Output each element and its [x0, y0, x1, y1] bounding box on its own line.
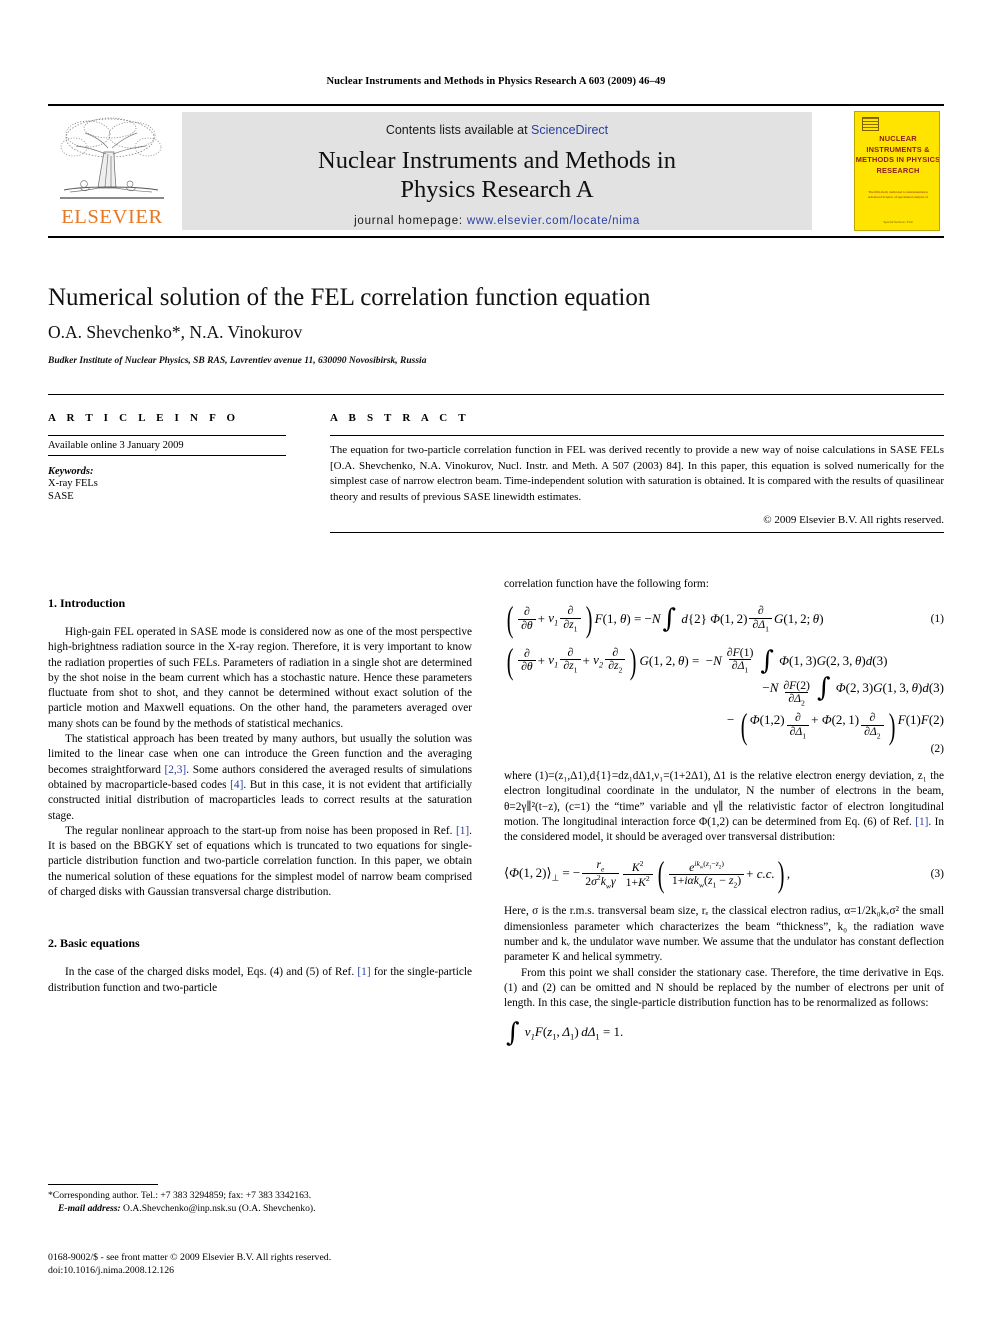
running-head: Nuclear Instruments and Methods in Physi…: [326, 76, 666, 87]
left-column: 1. Introduction High-gain FEL operated i…: [48, 596, 472, 996]
basic-eq-text-a: In the case of the charged disks model, …: [65, 966, 358, 979]
journal-title: Nuclear Instruments and Methods in Physi…: [182, 147, 812, 205]
equation-3: ⟨Φ(1, 2)⟩⊥ = − re 2σ2kwγ K2 1+K2 ( eikw(z1…: [504, 854, 944, 895]
elsevier-logo: ELSEVIER: [52, 112, 172, 230]
cover-publisher-icon: [862, 117, 879, 131]
citation-1-intro[interactable]: [1]: [456, 825, 469, 837]
corresponding-author-note: *Corresponding author. Tel.: +7 383 3294…: [48, 1190, 312, 1201]
email-note: E-mail address: O.A.Shevchenko@inp.nsk.s…: [48, 1203, 472, 1216]
page-title: Numerical solution of the FEL correlatio…: [48, 284, 651, 311]
doi-line: doi:10.1016/j.nima.2008.12.126: [48, 1265, 174, 1277]
abstract-heading: A B S T R A C T: [330, 412, 470, 424]
footnote-rule: [48, 1184, 158, 1185]
journal-banner: Contents lists available at ScienceDirec…: [182, 112, 812, 230]
intro-paragraph-1: High-gain FEL operated in SASE mode is c…: [48, 626, 472, 730]
equation-2-line-2: −N ∂F(2) ∂Δ2 ∫ Φ(2, 3)G(1, 3, θ)d(3): [762, 672, 944, 708]
citation-2-3[interactable]: [2,3]: [165, 764, 187, 776]
elsevier-tree-icon: [60, 117, 164, 199]
section-heading-basic-equations: 2. Basic equations: [48, 936, 140, 951]
journal-cover-thumbnail: NUCLEAR INSTRUMENTS & METHODS IN PHYSICS…: [854, 111, 940, 231]
article-info-block: A R T I C L E I N F O Available online 3…: [48, 412, 286, 504]
equation-normalization-content: ∫ v1F(z1, Δ1) dΔ1 = 1.: [506, 1018, 624, 1049]
journal-title-line-2: Physics Research A: [400, 175, 594, 203]
author-list: O.A. Shevchenko*, N.A. Vinokurov: [48, 322, 303, 342]
equation-2-line-1: ( ∂ ∂θ + v1 ∂ ∂z1 + v2 ∂ ∂z2 ) G (1, 2, θ) =…: [506, 640, 888, 681]
stationary-paragraph: From this point we shall consider the st…: [504, 966, 944, 1010]
right-column: correlation function have the following …: [504, 577, 944, 1060]
equation-3-content: ⟨Φ(1, 2)⟩⊥ = − re 2σ2kwγ K2 1+K2 ( eikw(z1…: [504, 854, 791, 895]
issn-line: 0168-9002/$ - see front matter © 2009 El…: [48, 1252, 332, 1263]
section-heading-introduction: 1. Introduction: [48, 596, 126, 610]
affiliation: Budker Institute of Nuclear Physics, SB …: [48, 356, 427, 366]
citation-1-where[interactable]: [1]: [915, 816, 928, 828]
journal-article-page: Nuclear Instruments and Methods in Physi…: [0, 0, 992, 1323]
equation-unnumbered-normalization: ∫ v1F(z1, Δ1) dΔ1 = 1.: [504, 1018, 944, 1049]
keyword-item-2: SASE: [48, 491, 74, 503]
basic-eq-paragraph-1: In the case of the charged disks model, …: [48, 965, 472, 996]
journal-masthead: ELSEVIER Contents lists available at Sci…: [48, 104, 944, 238]
abstract-rule: [330, 435, 944, 436]
article-info-rule: [48, 435, 286, 436]
where-paragraph: where (1)=(z₁,Δ1),d{1}=dz₁dΔ1,ν₁=(1+2Δ1)…: [504, 769, 944, 845]
intro-p3-text-a: The regular nonlinear approach to the st…: [65, 824, 456, 837]
contents-prefix: Contents lists available at: [385, 123, 532, 137]
elsevier-wordmark: ELSEVIER: [61, 206, 163, 228]
citation-4[interactable]: [4]: [230, 779, 243, 791]
info-top-rule: [48, 394, 944, 395]
keyword-item-1: X-ray FELs: [48, 478, 98, 489]
abstract-block: A B S T R A C T The equation for two-par…: [330, 412, 944, 534]
email-address: O.A.Shevchenko@inp.nsk.su (O.A. Shevchen…: [123, 1202, 316, 1214]
intro-paragraph-2: The statistical approach has been treate…: [48, 732, 472, 824]
email-label: E-mail address:: [58, 1202, 121, 1214]
equation-2-number: (2): [930, 743, 944, 756]
footnote-block: *Corresponding author. Tel.: +7 383 3294…: [48, 1184, 472, 1215]
sciencedirect-link[interactable]: ScienceDirect: [531, 123, 608, 137]
homepage-label: journal homepage:: [354, 214, 467, 227]
abstract-text: The equation for two-particle correlatio…: [330, 444, 944, 503]
intro-paragraph-3: The regular nonlinear approach to the st…: [48, 824, 472, 900]
keywords-label: Keywords:: [48, 466, 94, 477]
imprint-block: 0168-9002/$ - see front matter © 2009 El…: [48, 1251, 478, 1277]
continued-sentence: correlation function have the following …: [504, 578, 709, 590]
after-eq3-paragraph: Here, σ is the r.m.s. transversal beam s…: [504, 905, 944, 964]
article-info-heading: A R T I C L E I N F O: [48, 412, 240, 424]
available-online: Available online 3 January 2009: [48, 440, 286, 456]
copyright-line: © 2009 Elsevier B.V. All rights reserved…: [330, 514, 944, 534]
equation-2: ( ∂ ∂θ + v1 ∂ ∂z1 + v2 ∂ ∂z2 ) G (1, 2, θ) =…: [504, 640, 944, 756]
equation-1: ( ∂ ∂θ + v1 ∂ ∂z1 ) F (1, θ) = −N ∫ d{2} Φ(…: [504, 599, 944, 640]
equation-1-content: ( ∂ ∂θ + v1 ∂ ∂z1 ) F (1, θ) = −N ∫ d{2} Φ(…: [506, 599, 824, 640]
journal-homepage-line: journal homepage: www.elsevier.com/locat…: [182, 215, 812, 227]
equation-2-line-3: − ( Φ (1,2) ∂ ∂Δ1 + Φ(2, 1) ∂ ∂Δ2 ) F (1) F (2…: [727, 706, 944, 747]
cover-subtitle: The fifth‑field, dedicated to instrument…: [867, 190, 929, 200]
homepage-url-link[interactable]: www.elsevier.com/locate/nima: [467, 215, 640, 227]
cover-title: NUCLEAR INSTRUMENTS & METHODS IN PHYSICS…: [855, 134, 940, 175]
journal-title-line-1: Nuclear Instruments and Methods in: [318, 147, 676, 174]
equation-3-number: (3): [930, 868, 944, 881]
where-text-a: where (1)=(z₁,Δ1),d{1}=dz₁dΔ1,ν₁=(1+2Δ1)…: [504, 770, 944, 828]
contents-available-line: Contents lists available at ScienceDirec…: [182, 123, 812, 137]
cover-footer: Special Section / Full: [883, 220, 913, 224]
citation-1-basic[interactable]: [1]: [357, 966, 370, 978]
equation-1-number: (1): [930, 613, 944, 626]
